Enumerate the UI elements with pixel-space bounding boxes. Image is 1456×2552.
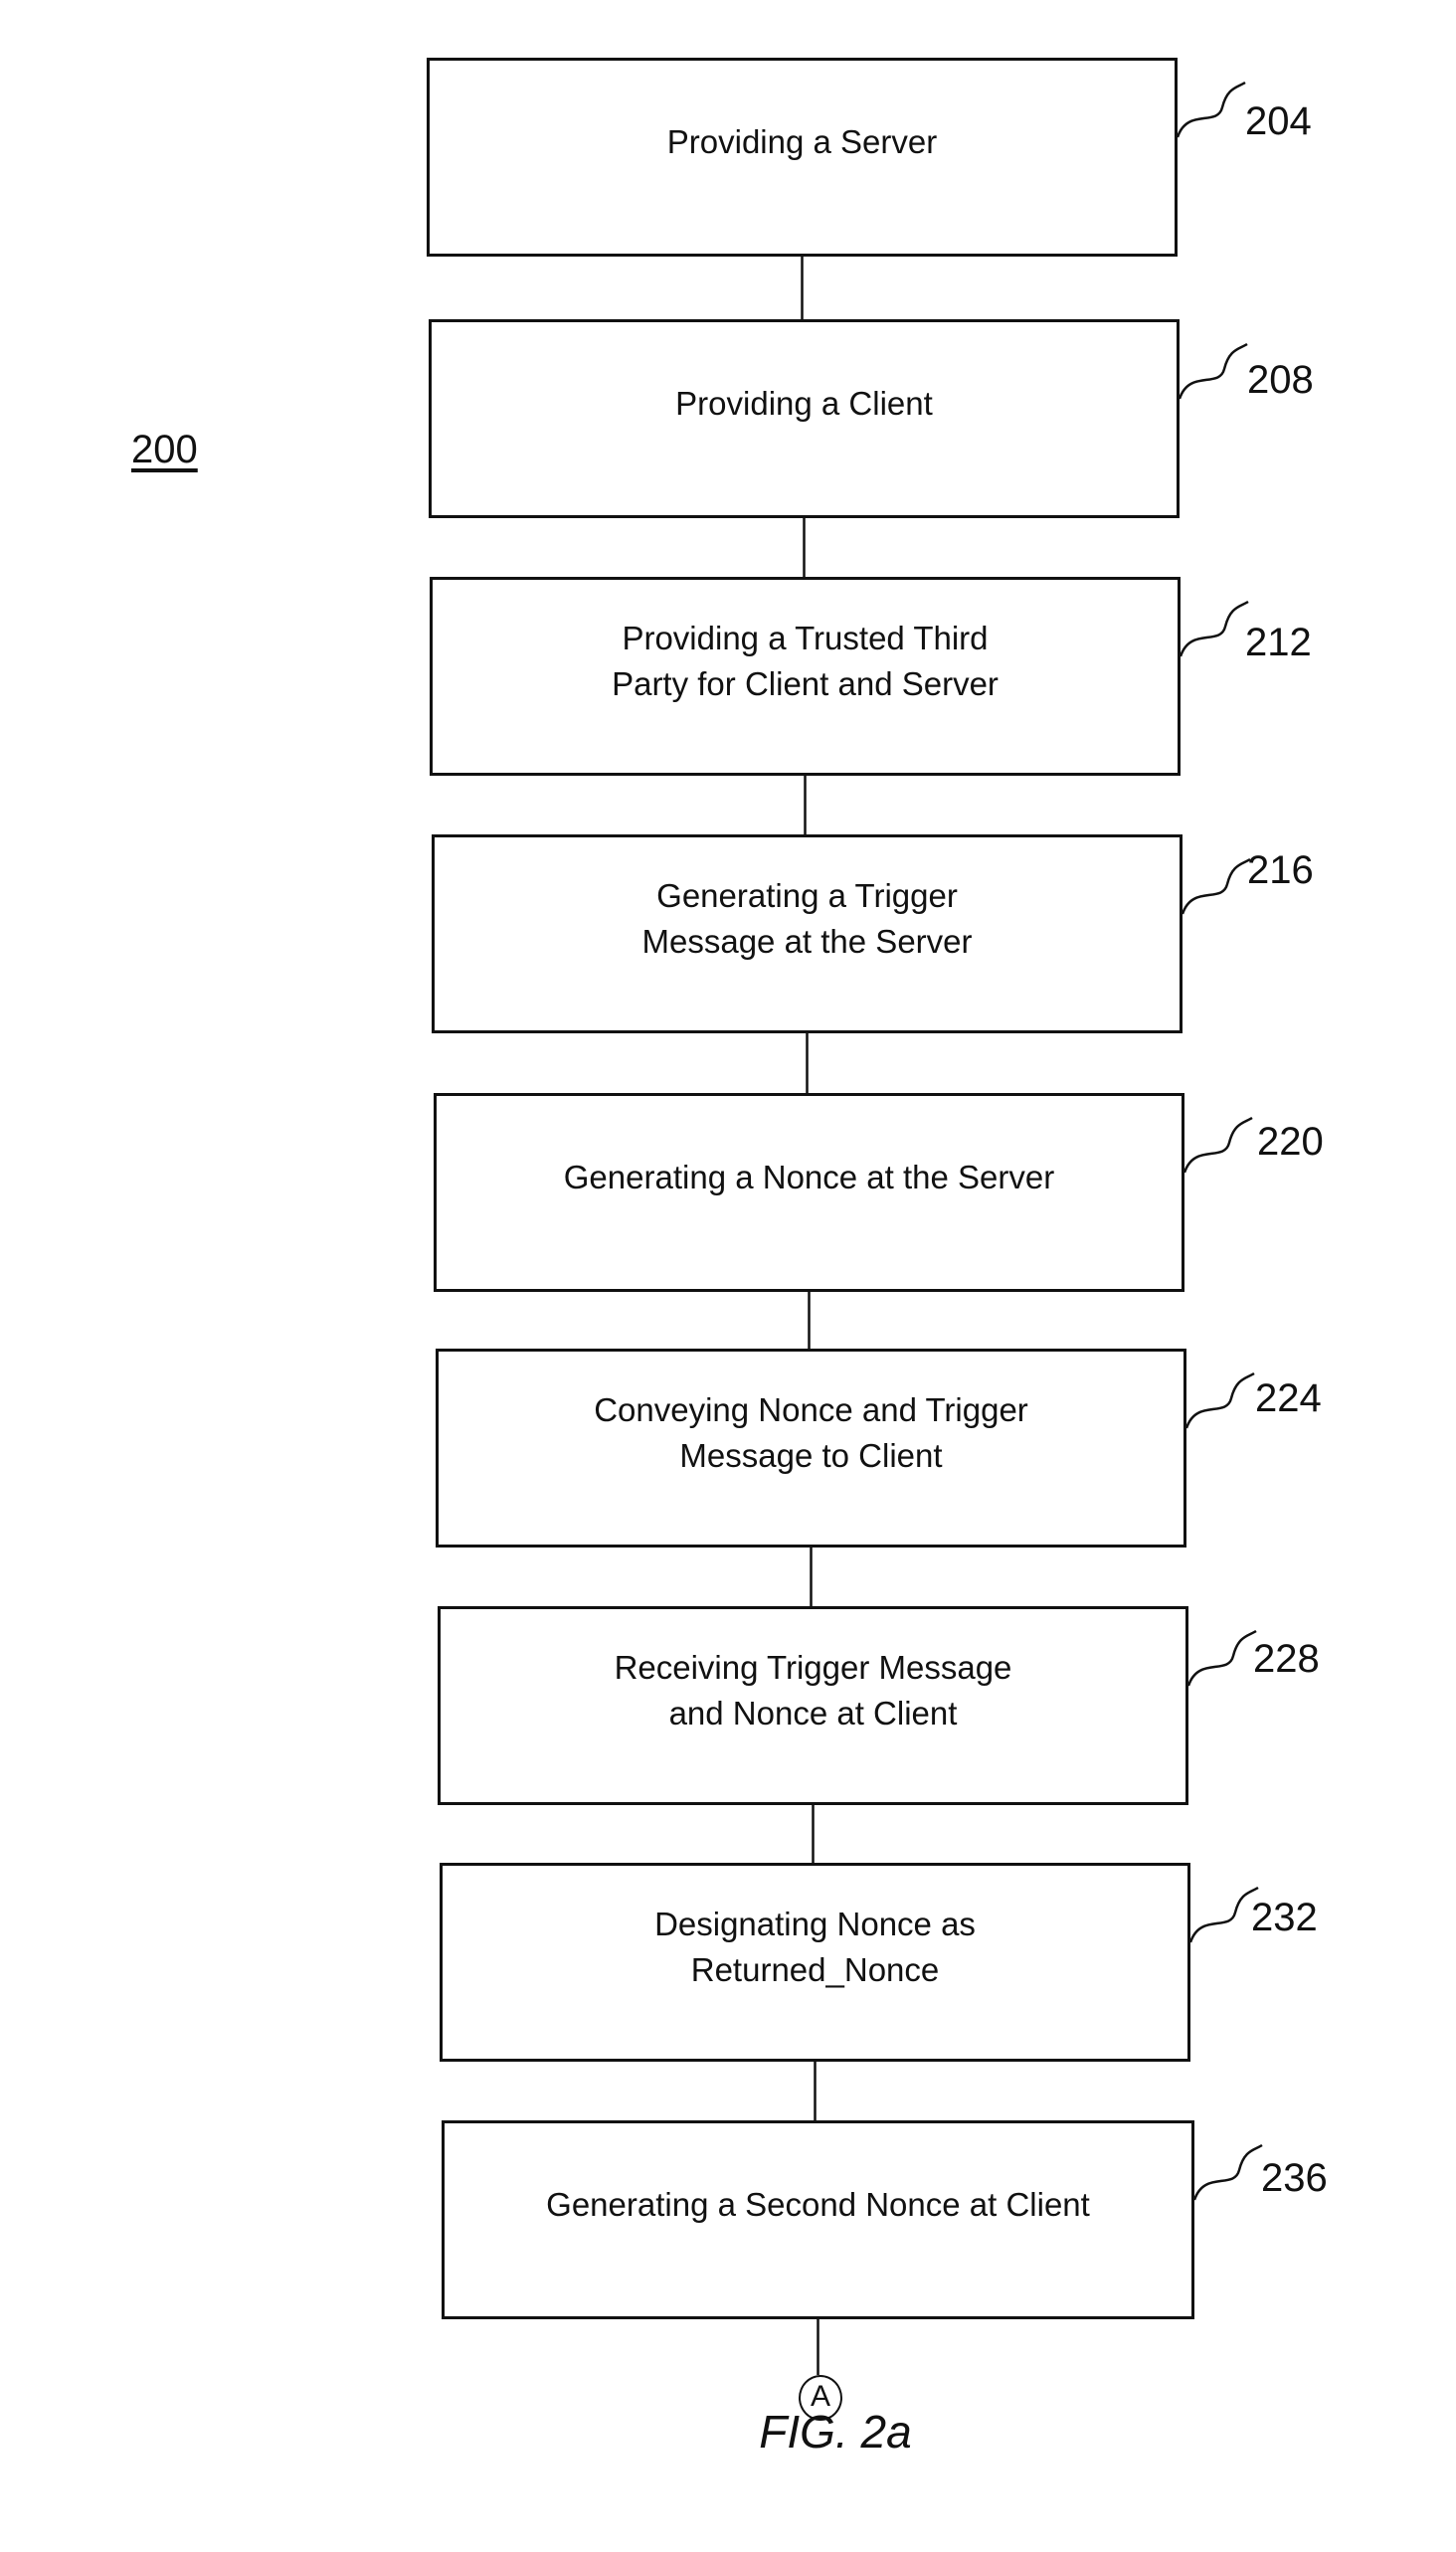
callout-leader-line — [1178, 342, 1248, 400]
step-label: Generating a Trigger Message at the Serv… — [641, 877, 973, 960]
step-ref-number: 232 — [1251, 1896, 1318, 1939]
callout-leader-line — [1176, 81, 1246, 138]
step-box-generate-second-nonce: Generating a Second Nonce at Client — [442, 2120, 1194, 2319]
step-label: Providing a Trusted Third Party for Clie… — [612, 620, 999, 702]
step-ref-number: 236 — [1261, 2156, 1328, 2200]
step-ref-number: 224 — [1255, 1376, 1322, 1420]
callout-leader-line — [1188, 1886, 1259, 1943]
callout-leader-line — [1181, 857, 1251, 915]
step-box-convey-nonce: Conveying Nonce and Trigger Message to C… — [436, 1349, 1186, 1548]
step-box-providing-client: Providing a Client — [429, 319, 1180, 518]
callout-leader-line — [1192, 2143, 1263, 2201]
step-ref-number: 216 — [1247, 848, 1314, 892]
step-ref-number: 228 — [1253, 1637, 1320, 1681]
callout-leader-line — [1179, 600, 1249, 657]
step-box-providing-server: Providing a Server — [427, 58, 1178, 257]
step-label: Designating Nonce as Returned_Nonce — [654, 1906, 976, 1988]
step-ref-number: 208 — [1247, 358, 1314, 402]
callout-leader-line — [1186, 1629, 1257, 1687]
step-box-generate-trigger: Generating a Trigger Message at the Serv… — [432, 834, 1183, 1033]
step-label: Providing a Client — [675, 385, 933, 422]
figure-title: FIG. 2a — [759, 2406, 912, 2458]
callout-leader-line — [1184, 1371, 1255, 1429]
step-label: Generating a Nonce at the Server — [563, 1159, 1055, 1195]
step-box-trusted-third-party: Providing a Trusted Third Party for Clie… — [430, 577, 1181, 776]
step-ref-number: 204 — [1245, 99, 1312, 143]
callout-leader-line — [1183, 1116, 1253, 1174]
step-label: Conveying Nonce and Trigger Message to C… — [594, 1391, 1028, 1474]
step-box-receive-trigger: Receiving Trigger Message and Nonce at C… — [438, 1606, 1188, 1805]
step-label: Receiving Trigger Message and Nonce at C… — [614, 1649, 1012, 1732]
step-ref-number: 212 — [1245, 621, 1312, 664]
step-ref-number: 220 — [1257, 1120, 1324, 1164]
step-box-designate-nonce: Designating Nonce as Returned_Nonce — [440, 1863, 1190, 2062]
step-box-generate-nonce: Generating a Nonce at the Server — [434, 1093, 1184, 1292]
step-label: Generating a Second Nonce at Client — [546, 2186, 1090, 2223]
step-label: Providing a Server — [666, 123, 938, 160]
